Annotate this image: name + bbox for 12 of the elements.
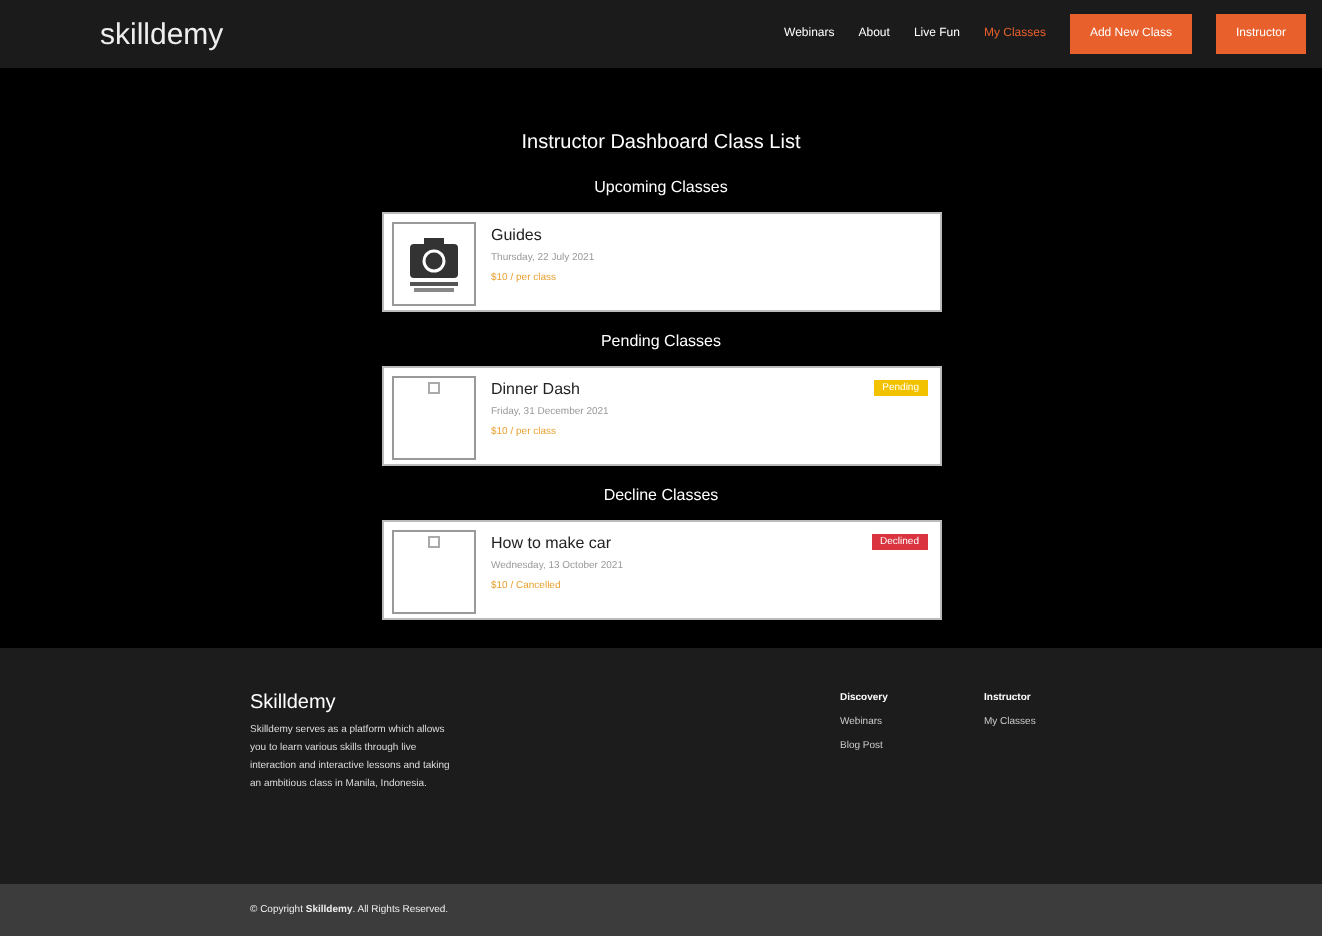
section-heading: Pending Classes — [600, 332, 722, 350]
page-title: Instructor Dashboard Class List — [521, 132, 801, 154]
class-title: Guides — [491, 226, 544, 244]
footer-brand: Skilldemy — [250, 692, 338, 714]
class-title: How to make car — [491, 534, 614, 552]
broken-image-icon — [427, 536, 439, 548]
class-title: Dinner Dash — [491, 380, 582, 398]
logo[interactable]: skilldemy — [100, 17, 224, 51]
camera-icon — [407, 234, 459, 294]
broken-image-icon — [427, 382, 439, 394]
section-heading: Upcoming Classes — [594, 178, 728, 196]
section-heading: Decline Classes — [603, 486, 719, 504]
